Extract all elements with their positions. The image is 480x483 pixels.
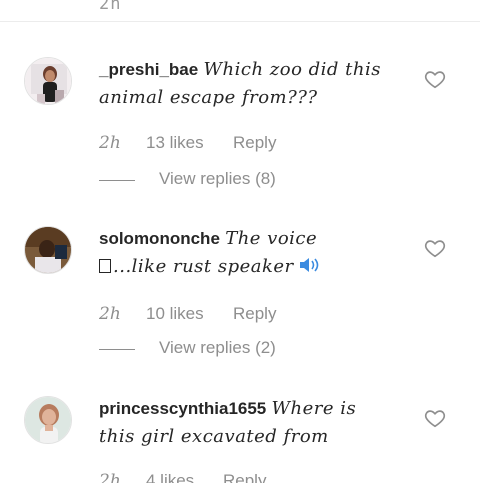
previous-comment-time: 2h: [99, 0, 122, 14]
view-replies-label[interactable]: View replies (2): [159, 338, 276, 358]
avatar[interactable]: [24, 226, 72, 274]
comment-text: animal escape from???: [99, 87, 318, 108]
like-heart-icon[interactable]: [424, 68, 446, 90]
comment-body: _preshi_bae Which zoo did this animal es…: [99, 56, 409, 112]
comment-username[interactable]: princesscynthia1655: [99, 399, 266, 418]
view-replies-label[interactable]: View replies (8): [159, 169, 276, 189]
avatar[interactable]: [24, 396, 72, 444]
comment-text: this girl excavated from: [99, 426, 329, 447]
replies-line: [99, 349, 135, 350]
reply-button[interactable]: Reply: [223, 471, 266, 483]
comments-screen: 2h _preshi_bae Which zoo did this animal…: [0, 0, 480, 483]
avatar-image: [25, 227, 71, 273]
missing-glyph-icon: [99, 259, 111, 273]
like-heart-icon[interactable]: [424, 237, 446, 259]
speaker-emoji-icon: [299, 258, 319, 272]
comment-text: ...like rust speaker: [113, 256, 294, 277]
comment-username[interactable]: solomononche: [99, 229, 220, 248]
avatar-image: [25, 58, 71, 104]
comment-body: princesscynthia1655 Where is this girl e…: [99, 395, 409, 451]
comment-username[interactable]: _preshi_bae: [99, 60, 198, 79]
likes-count[interactable]: 4 likes: [146, 471, 194, 483]
comment-text: The voice: [225, 228, 318, 249]
comment-time: 2h: [99, 471, 121, 483]
divider: [0, 21, 480, 22]
replies-line: [99, 180, 135, 181]
comment-time: 2h: [99, 133, 121, 153]
comment-body: solomononche The voice ...like rust spea…: [99, 225, 409, 281]
comment-text: Which zoo did this: [203, 59, 381, 80]
like-heart-icon[interactable]: [424, 407, 446, 429]
avatar-image: [25, 397, 71, 443]
avatar[interactable]: [24, 57, 72, 105]
likes-count[interactable]: 13 likes: [146, 133, 204, 153]
comment-text: Where is: [271, 398, 357, 419]
likes-count[interactable]: 10 likes: [146, 304, 204, 324]
comment-time: 2h: [99, 304, 121, 324]
reply-button[interactable]: Reply: [233, 304, 276, 324]
reply-button[interactable]: Reply: [233, 133, 276, 153]
